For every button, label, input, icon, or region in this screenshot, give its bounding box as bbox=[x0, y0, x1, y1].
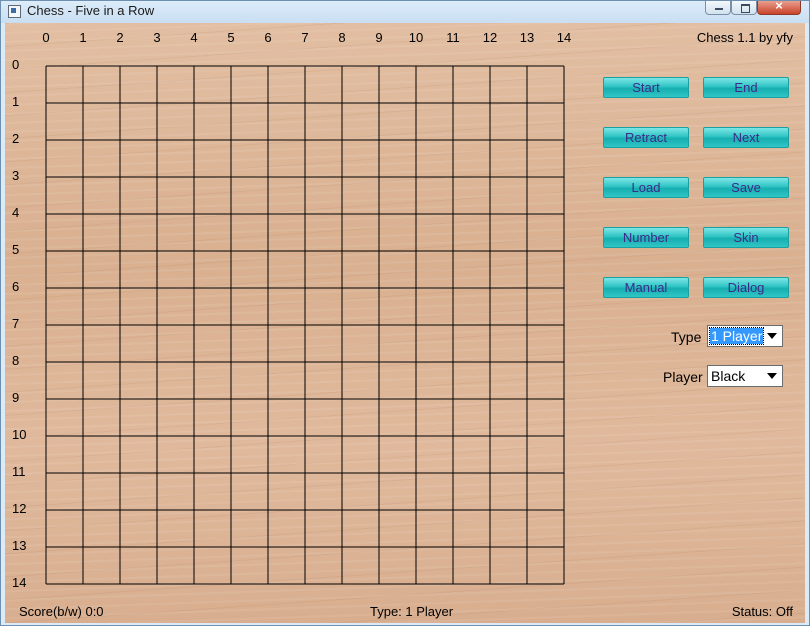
row-label: 11 bbox=[12, 464, 26, 479]
column-label: 10 bbox=[408, 30, 424, 45]
column-label: 6 bbox=[264, 30, 272, 45]
type-select-value: 1 Player bbox=[708, 327, 765, 345]
row-label: 13 bbox=[12, 538, 27, 553]
column-label: 11 bbox=[446, 30, 460, 45]
row-label: 9 bbox=[12, 390, 20, 405]
column-label: 9 bbox=[375, 30, 383, 45]
column-label: 7 bbox=[301, 30, 309, 45]
game-area: 0 1 2 3 4 5 6 7 8 9 10 11 12 13 14 0 1 2 3 4 5 6 7 8 9 10 11 12 13 1… bbox=[5, 23, 805, 623]
skin-button[interactable]: Skin bbox=[703, 227, 789, 248]
close-icon: × bbox=[775, 0, 783, 13]
type-select[interactable]: 1 Player bbox=[707, 325, 783, 347]
manual-button[interactable]: Manual bbox=[603, 277, 689, 298]
dialog-button[interactable]: Dialog bbox=[703, 277, 789, 298]
column-label: 14 bbox=[556, 30, 572, 45]
game-status: Status: Off bbox=[731, 604, 793, 619]
row-label: 5 bbox=[12, 242, 20, 257]
title-bar[interactable]: Chess - Five in a Row × bbox=[1, 0, 809, 23]
load-button[interactable]: Load bbox=[603, 177, 689, 198]
row-label: 14 bbox=[12, 575, 27, 590]
row-label: 10 bbox=[12, 427, 27, 442]
close-button[interactable]: × bbox=[757, 0, 801, 15]
minimize-button[interactable] bbox=[705, 1, 731, 15]
number-button[interactable]: Number bbox=[603, 227, 689, 248]
player-select-value: Black bbox=[711, 368, 746, 384]
window-app-icon[interactable] bbox=[8, 5, 21, 18]
row-label: 1 bbox=[12, 94, 20, 109]
column-label: 8 bbox=[338, 30, 346, 45]
retract-button[interactable]: Retract bbox=[603, 127, 689, 148]
column-label: 4 bbox=[190, 30, 198, 45]
column-label: 3 bbox=[153, 30, 161, 45]
chevron-down-icon[interactable] bbox=[763, 327, 781, 345]
maximize-button[interactable] bbox=[731, 1, 757, 15]
save-button[interactable]: Save bbox=[703, 177, 789, 198]
next-button[interactable]: Next bbox=[703, 127, 789, 148]
column-label: 2 bbox=[116, 30, 124, 45]
column-label: 1 bbox=[79, 30, 87, 45]
game-board[interactable] bbox=[45, 65, 567, 587]
end-button[interactable]: End bbox=[703, 77, 789, 98]
type-label: Type bbox=[671, 329, 702, 345]
row-label: 0 bbox=[12, 57, 20, 72]
row-label: 12 bbox=[12, 501, 27, 516]
type-status: Type: 1 Player bbox=[370, 604, 454, 619]
row-label: 7 bbox=[12, 316, 20, 331]
start-button[interactable]: Start bbox=[603, 77, 689, 98]
column-label: 5 bbox=[227, 30, 235, 45]
app-window: Chess - Five in a Row × 0 1 2 3 4 5 6 7 8 9 10 11 12… bbox=[0, 0, 810, 626]
row-label: 6 bbox=[12, 279, 20, 294]
row-label: 4 bbox=[12, 205, 20, 220]
window-title: Chess - Five in a Row bbox=[27, 3, 155, 18]
version-label: Chess 1.1 by yfy bbox=[696, 30, 793, 45]
row-label: 2 bbox=[12, 131, 20, 146]
chevron-down-icon[interactable] bbox=[763, 367, 781, 385]
column-label: 12 bbox=[482, 30, 498, 45]
column-label: 13 bbox=[519, 30, 535, 45]
column-label: 0 bbox=[42, 30, 50, 45]
player-label: Player bbox=[663, 369, 703, 385]
player-select[interactable]: Black bbox=[707, 365, 783, 387]
row-label: 8 bbox=[12, 353, 20, 368]
row-label: 3 bbox=[12, 168, 20, 183]
score-status: Score(b/w) 0:0 bbox=[19, 604, 104, 619]
